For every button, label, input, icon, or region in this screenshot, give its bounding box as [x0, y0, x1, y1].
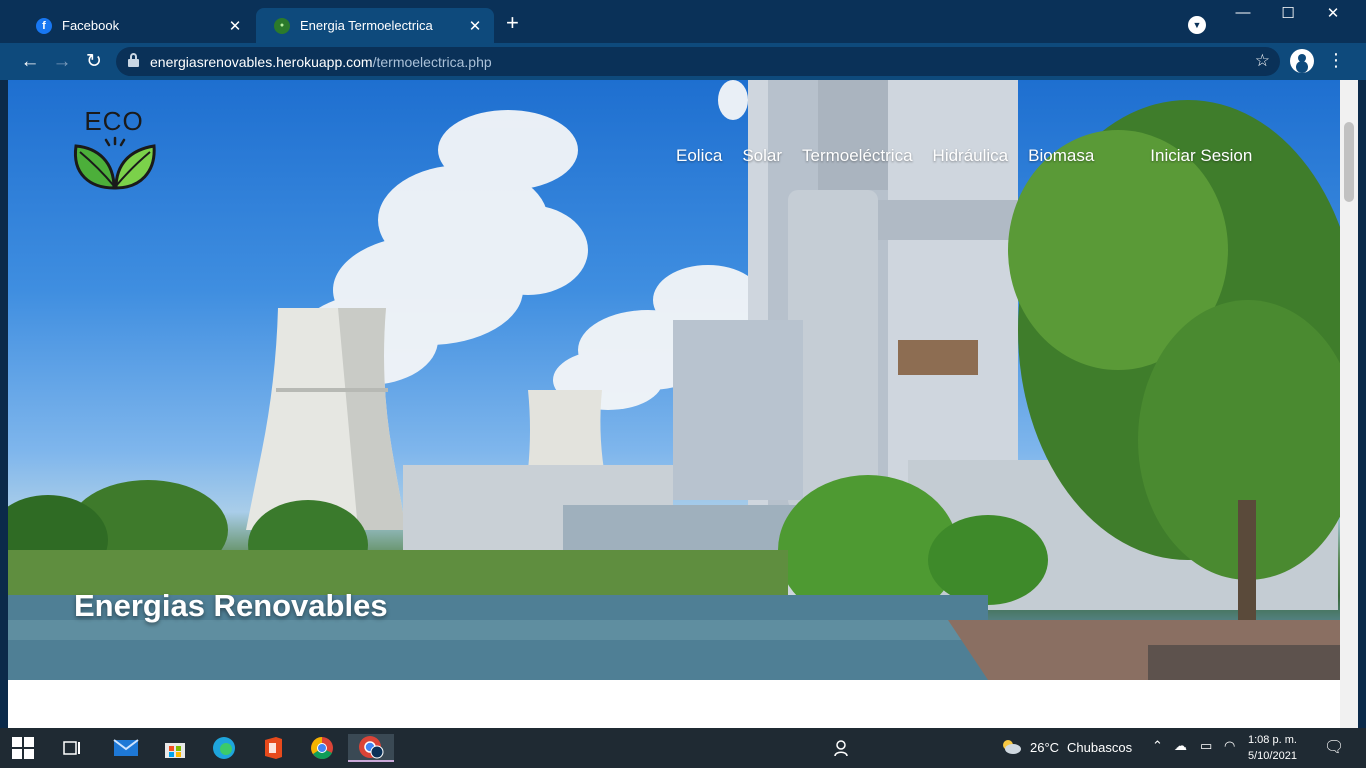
close-tab-icon[interactable]: ✕ — [466, 17, 484, 35]
url-text: energiasrenovables.herokuapp.com/termoel… — [150, 54, 492, 70]
tab-search-icon[interactable]: ▼ — [1188, 16, 1206, 34]
page-viewport: ECO Eolica Solar Termoeléctrica Hidráuli… — [8, 80, 1358, 728]
forward-arrow-icon[interactable]: → — [50, 50, 74, 74]
battery-icon[interactable]: ▭ — [1200, 738, 1212, 754]
notification-icon[interactable]: 🗨 — [1324, 737, 1344, 757]
edge-icon[interactable] — [209, 734, 239, 762]
people-icon[interactable] — [828, 734, 858, 762]
nav-hidraulica[interactable]: Hidráulica — [933, 146, 1009, 166]
lock-icon — [128, 53, 139, 67]
chevron-up-icon[interactable]: ⌃ — [1152, 738, 1163, 754]
task-view-icon[interactable] — [57, 734, 87, 762]
windows-start-icon[interactable] — [8, 734, 38, 762]
tab-title: Facebook — [62, 18, 120, 33]
clock-date: 5/10/2021 — [1248, 750, 1297, 762]
tab-title: Energia Termoelectrica — [300, 18, 433, 33]
weather-cloud-icon — [1003, 740, 1021, 754]
url-path: /termoelectrica.php — [372, 54, 492, 70]
page-scrollbar[interactable] — [1340, 80, 1358, 728]
browser-tab-bar: f Facebook ✕ ● Energia Termoelectrica ✕ … — [0, 0, 1366, 43]
bookmark-star-icon[interactable]: ☆ — [1255, 51, 1270, 71]
maximize-button[interactable]: ☐ — [1265, 4, 1311, 22]
url-host: energiasrenovables.herokuapp.com — [150, 54, 373, 70]
tab-energia-termoelectrica[interactable]: ● Energia Termoelectrica ✕ — [256, 8, 494, 43]
mail-icon[interactable] — [111, 734, 141, 762]
tab-facebook[interactable]: f Facebook ✕ — [18, 8, 254, 43]
facebook-icon: f — [36, 17, 52, 34]
eco-logo[interactable]: ECO — [70, 106, 160, 196]
weather-temp: 26°C — [1030, 739, 1060, 755]
hero-title: Energias Renovables — [74, 588, 388, 623]
office-icon[interactable] — [258, 734, 288, 762]
minimize-button[interactable]: — — [1220, 4, 1266, 21]
new-tab-button[interactable]: + — [506, 12, 519, 34]
profile-avatar-icon[interactable] — [1290, 49, 1314, 73]
nav-termoelectrica[interactable]: Termoeléctrica — [802, 146, 913, 166]
scrollbar-thumb[interactable] — [1344, 122, 1354, 202]
windows-taskbar: 26°C Chubascos ⌃ ☁ ▭ ◠ 1:08 p. m. 5/10/2… — [0, 728, 1366, 768]
back-arrow-icon[interactable]: ← — [18, 50, 42, 74]
weather-widget[interactable]: 26°C Chubascos — [1000, 738, 1132, 756]
main-nav: Eolica Solar Termoeléctrica Hidráulica B… — [676, 146, 1252, 166]
eco-favicon-icon: ● — [274, 17, 290, 34]
chrome-icon[interactable] — [307, 734, 337, 762]
login-link[interactable]: Iniciar Sesion — [1150, 146, 1252, 166]
nav-biomasa[interactable]: Biomasa — [1028, 146, 1094, 166]
address-bar[interactable]: energiasrenovables.herokuapp.com/termoel… — [116, 47, 1280, 76]
close-tab-icon[interactable]: ✕ — [226, 17, 244, 35]
weather-desc: Chubascos — [1067, 739, 1133, 755]
hero-banner: ECO Eolica Solar Termoeléctrica Hidráuli… — [8, 80, 1340, 680]
wifi-icon[interactable]: ◠ — [1224, 738, 1235, 754]
menu-kebab-icon[interactable]: ⋮ — [1326, 50, 1346, 71]
reload-icon[interactable]: ↻ — [82, 50, 106, 74]
browser-toolbar: ← → ↻ energiasrenovables.herokuapp.com/t… — [0, 43, 1366, 80]
chrome-profile-icon[interactable] — [348, 734, 394, 762]
system-clock[interactable]: 1:08 p. m. 5/10/2021 — [1248, 732, 1297, 764]
store-icon[interactable] — [160, 734, 190, 762]
nav-eolica[interactable]: Eolica — [676, 146, 722, 166]
onedrive-icon[interactable]: ☁ — [1174, 738, 1187, 754]
clock-time: 1:08 p. m. — [1248, 734, 1297, 746]
close-window-button[interactable]: ✕ — [1310, 4, 1356, 22]
leaf-icon — [73, 136, 156, 190]
nav-solar[interactable]: Solar — [742, 146, 782, 166]
